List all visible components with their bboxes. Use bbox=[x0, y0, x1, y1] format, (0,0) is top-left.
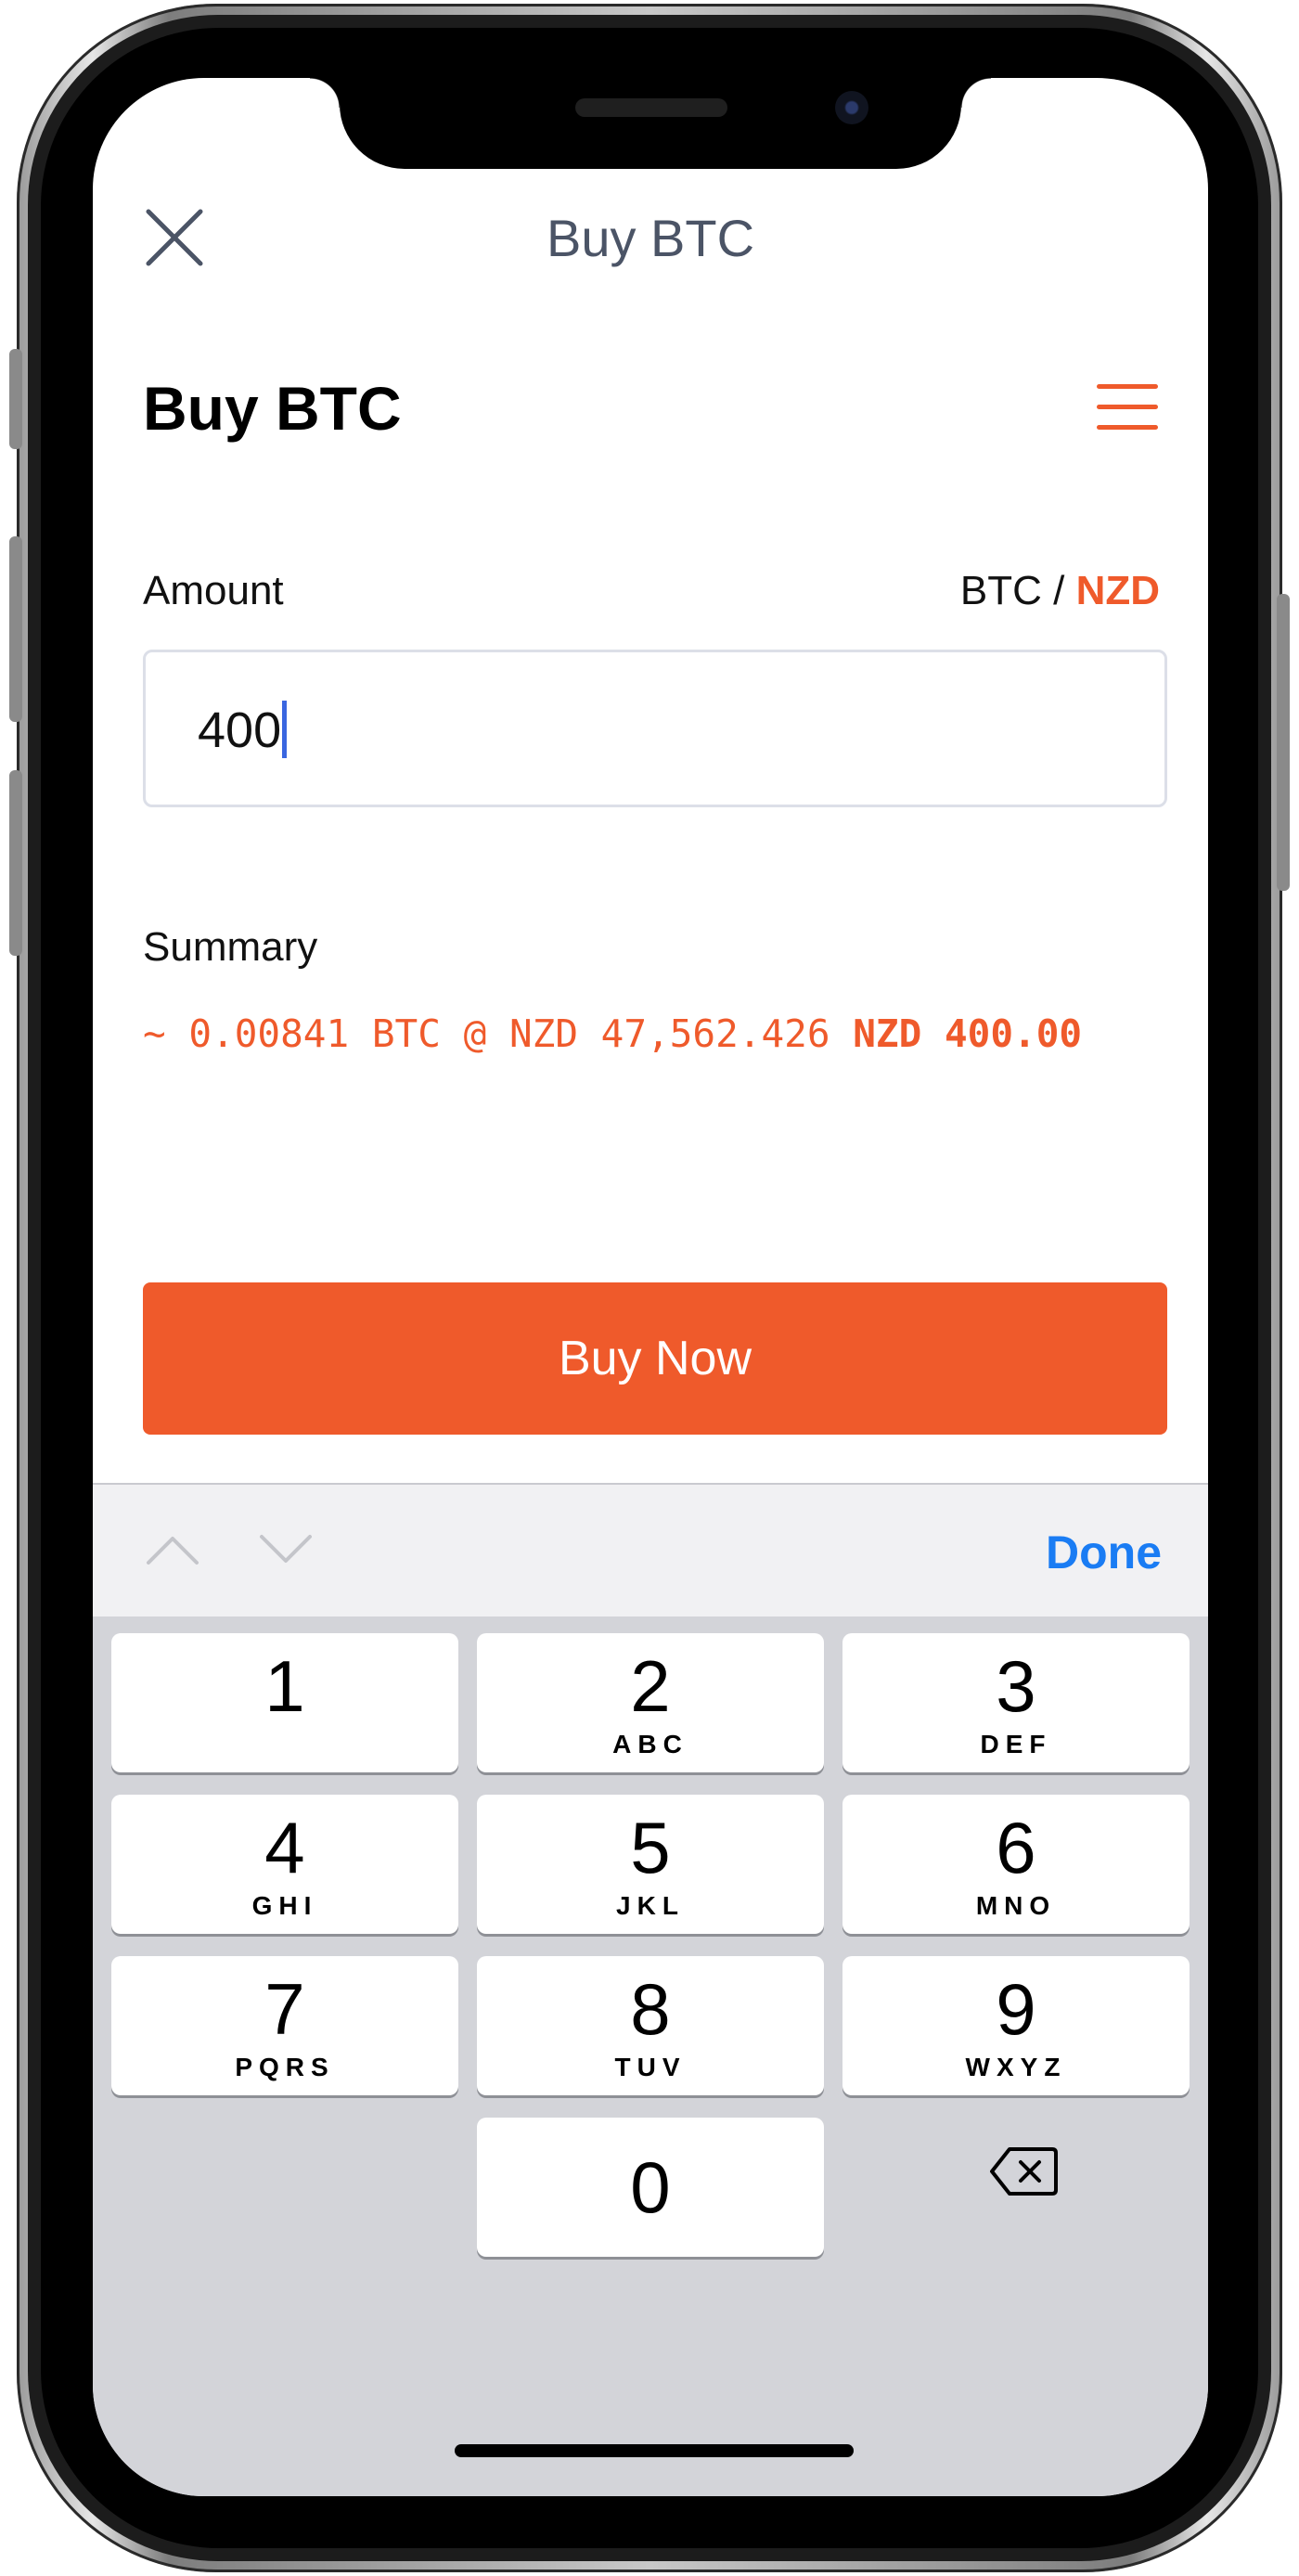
numeric-keypad: 1 2 ABC 3 DEF 4 GHI 5 JKL 6 MNO 7 PQRS 8 TUV 9W… bbox=[93, 1616, 1208, 2496]
summary-total: NZD 400.00 bbox=[853, 1011, 1083, 1056]
chevron-up-icon[interactable] bbox=[145, 1533, 200, 1566]
app-screen: Buy BTC Buy BTC Amount BTC / NZD 400 Sum… bbox=[93, 78, 1208, 2496]
text-caret bbox=[282, 701, 288, 758]
home-indicator bbox=[455, 2444, 854, 2457]
currency-separator: / bbox=[1041, 568, 1076, 613]
currency-base[interactable]: BTC bbox=[960, 568, 1042, 613]
key-0[interactable]: 0 bbox=[477, 2118, 824, 2257]
key-5[interactable]: 5 JKL bbox=[477, 1795, 824, 1934]
key-9[interactable]: 9 WXYZ bbox=[842, 1956, 1190, 2095]
key-3[interactable]: 3 DEF bbox=[842, 1633, 1190, 1772]
summary-estimate: ~ 0.00841 BTC @ NZD 47,562.426 bbox=[143, 1011, 830, 1056]
menu-button[interactable] bbox=[1097, 384, 1158, 431]
key-7[interactable]: 7 PQRS bbox=[111, 1956, 458, 2095]
key-6[interactable]: 6 MNO bbox=[842, 1795, 1190, 1934]
volume-down-button bbox=[9, 536, 22, 722]
power-button bbox=[1277, 594, 1290, 891]
speaker-grille bbox=[575, 98, 727, 117]
summary-label: Summary bbox=[143, 924, 318, 970]
buy-now-button[interactable]: Buy Now bbox=[143, 1282, 1167, 1435]
chevron-down-icon[interactable] bbox=[258, 1533, 314, 1566]
summary-line: ~ 0.00841 BTC @ NZD 47,562.426 NZD 400.0… bbox=[143, 1011, 1082, 1056]
page-title: Buy BTC bbox=[143, 374, 402, 443]
hamburger-menu-icon bbox=[1097, 384, 1158, 389]
key-4[interactable]: 4 GHI bbox=[111, 1795, 458, 1934]
amount-value: 400 bbox=[198, 702, 282, 758]
done-button[interactable]: Done bbox=[1046, 1526, 1162, 1579]
front-camera bbox=[835, 91, 868, 124]
volume-up-button bbox=[9, 349, 22, 449]
key-2[interactable]: 2 ABC bbox=[477, 1633, 824, 1772]
mute-switch bbox=[9, 770, 22, 956]
currency-toggle[interactable]: BTC / NZD bbox=[960, 568, 1160, 614]
amount-label: Amount bbox=[143, 568, 284, 613]
key-8[interactable]: 8 TUV bbox=[477, 1956, 824, 2095]
amount-value-wrap: 400 bbox=[198, 701, 288, 759]
currency-active[interactable]: NZD bbox=[1076, 568, 1160, 613]
amount-input[interactable]: 400 bbox=[143, 650, 1167, 807]
backspace-icon[interactable] bbox=[989, 2145, 1060, 2197]
notch bbox=[310, 78, 991, 169]
key-1[interactable]: 1 bbox=[111, 1633, 458, 1772]
keyboard-accessory-bar: Done bbox=[93, 1483, 1208, 1618]
nav-title: Buy BTC bbox=[546, 209, 755, 267]
